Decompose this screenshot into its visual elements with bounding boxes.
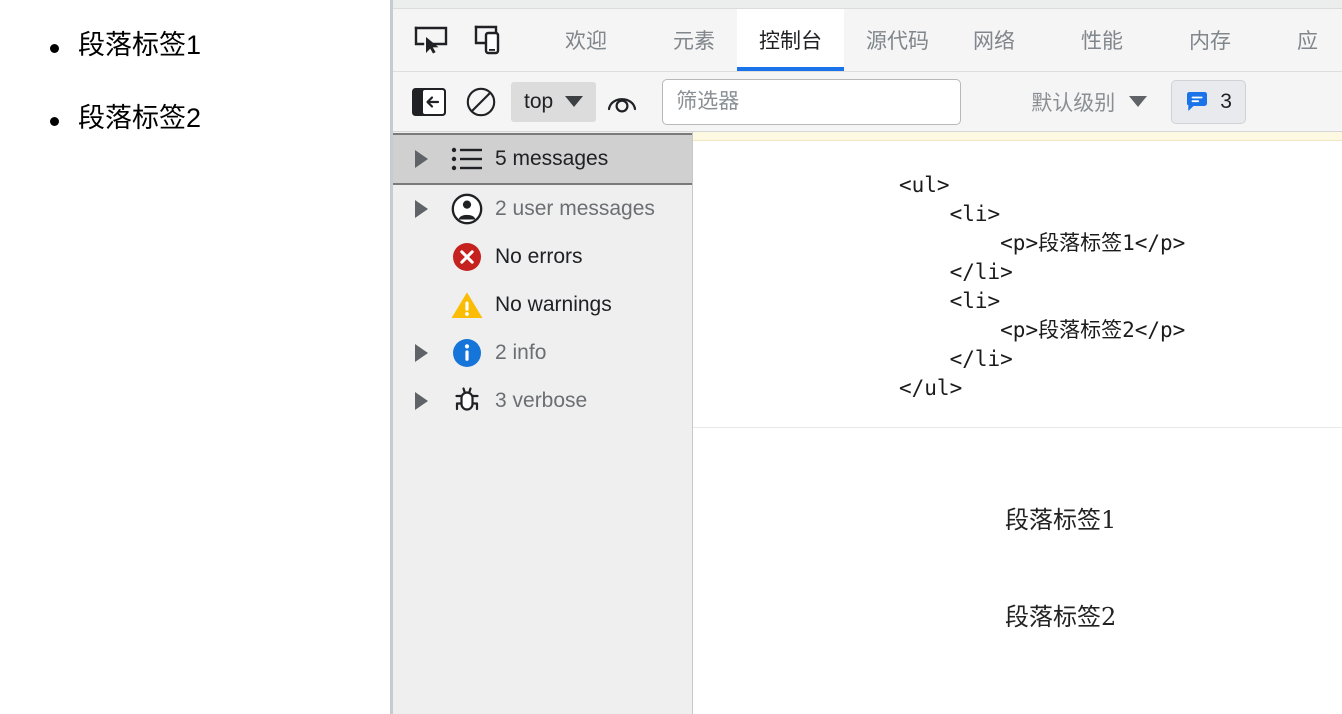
- tab-performance[interactable]: 性能: [1059, 9, 1145, 71]
- speech-bubble-icon: [1187, 91, 1208, 111]
- chevron-down-icon: [565, 96, 584, 107]
- sidebar-item-label: 3 verbose: [495, 389, 588, 412]
- devtools-panel: 欢迎 元素 控制台 源代码 网络 性能 内存 应 top 筛选器 默认级别 3 …: [390, 0, 1342, 714]
- code-line: </li>: [949, 346, 1013, 371]
- sidebar-item-label: 5 messages: [495, 147, 609, 170]
- clear-console-icon[interactable]: [455, 80, 507, 124]
- chevron-down-icon: [1129, 96, 1148, 107]
- code-line: <p>段落标签2</p>: [1000, 317, 1186, 342]
- expand-triangle-icon[interactable]: [415, 392, 441, 410]
- sidebar-toggle-icon[interactable]: [403, 80, 455, 124]
- tab-console[interactable]: 控制台: [737, 9, 844, 71]
- sidebar-item-warnings[interactable]: No warnings: [393, 281, 692, 329]
- console-toolbar: top 默认级别 3: [393, 72, 1342, 132]
- tab-elements[interactable]: 元素: [651, 9, 737, 71]
- message-count-badge[interactable]: 3: [1171, 79, 1246, 124]
- console-log-entry-code[interactable]: <ul> <li> <p>段落标签1</p> </li> <li> <p>段落标…: [693, 141, 1342, 428]
- live-expression-icon[interactable]: [596, 80, 648, 124]
- log-level-label: 默认级别: [1031, 91, 1116, 115]
- code-line: <li>: [949, 201, 1001, 226]
- verbose-bug-icon: [441, 386, 493, 416]
- device-toolbar-icon[interactable]: [461, 9, 521, 71]
- list-icon: [441, 146, 493, 172]
- sidebar-item-messages[interactable]: 5 messages: [393, 133, 692, 185]
- execution-context-selector[interactable]: top: [511, 81, 597, 122]
- code-line: <p>段落标签1</p>: [1000, 230, 1186, 255]
- sidebar-item-label: No errors: [495, 245, 583, 268]
- rendered-text-line: 段落标签1: [1005, 505, 1117, 534]
- devtools-top-strip: [393, 0, 1342, 9]
- sidebar-item-errors[interactable]: No errors: [393, 233, 692, 281]
- sidebar-item-info[interactable]: 2 info: [393, 329, 692, 377]
- code-line: <li>: [949, 288, 1001, 313]
- console-log-entry-rendered[interactable]: 段落标签1 段落标签2: [693, 428, 1342, 632]
- sidebar-item-label: No warnings: [495, 293, 612, 316]
- sidebar-item-label: 2 user messages: [495, 197, 655, 220]
- console-code-block: <ul> <li> <p>段落标签1</p> </li> <li> <p>段落标…: [693, 171, 1342, 403]
- devtools-tabbar: 欢迎 元素 控制台 源代码 网络 性能 内存 应: [393, 9, 1342, 72]
- console-output: <ul> <li> <p>段落标签1</p> </li> <li> <p>段落标…: [693, 132, 1342, 714]
- rendered-text-line: 段落标签2: [1005, 602, 1117, 631]
- expand-triangle-icon[interactable]: [415, 200, 441, 218]
- tab-memory[interactable]: 内存: [1167, 9, 1253, 71]
- inspect-element-icon[interactable]: [401, 9, 461, 71]
- code-line: </li>: [949, 259, 1013, 284]
- sidebar-item-user-messages[interactable]: 2 user messages: [393, 185, 692, 233]
- log-level-selector[interactable]: 默认级别: [1031, 87, 1148, 117]
- expand-triangle-icon[interactable]: [415, 344, 441, 362]
- warning-icon: [441, 290, 493, 320]
- message-count-value: 3: [1220, 89, 1232, 113]
- tab-welcome[interactable]: 欢迎: [543, 9, 629, 71]
- sidebar-item-label: 2 info: [495, 341, 547, 364]
- expand-triangle-icon[interactable]: [415, 150, 441, 168]
- console-body: 5 messages 2 user messages No errors No …: [393, 132, 1342, 714]
- tab-sources[interactable]: 源代码: [844, 9, 951, 71]
- console-sidebar: 5 messages 2 user messages No errors No …: [393, 132, 693, 714]
- list-item: 段落标签1: [0, 30, 390, 61]
- tab-application[interactable]: 应: [1275, 9, 1340, 71]
- execution-context-label: top: [524, 89, 554, 113]
- browser-window: 段落标签1 段落标签2 欢迎 元素 控制台 源代码 网络 性能 内存 应 top…: [0, 0, 1342, 714]
- page-unordered-list: 段落标签1 段落标签2: [0, 30, 390, 134]
- filter-input[interactable]: [662, 78, 962, 125]
- code-line: <ul>: [899, 173, 950, 197]
- tab-network[interactable]: 网络: [951, 9, 1037, 71]
- list-item: 段落标签2: [0, 103, 390, 134]
- user-icon: [441, 192, 493, 226]
- console-top-highlight-band: [693, 132, 1342, 141]
- info-icon: [441, 337, 493, 369]
- page-viewport: 段落标签1 段落标签2: [0, 0, 390, 714]
- code-line: </ul>: [899, 375, 963, 400]
- sidebar-item-verbose[interactable]: 3 verbose: [393, 377, 692, 425]
- error-icon: [441, 241, 493, 273]
